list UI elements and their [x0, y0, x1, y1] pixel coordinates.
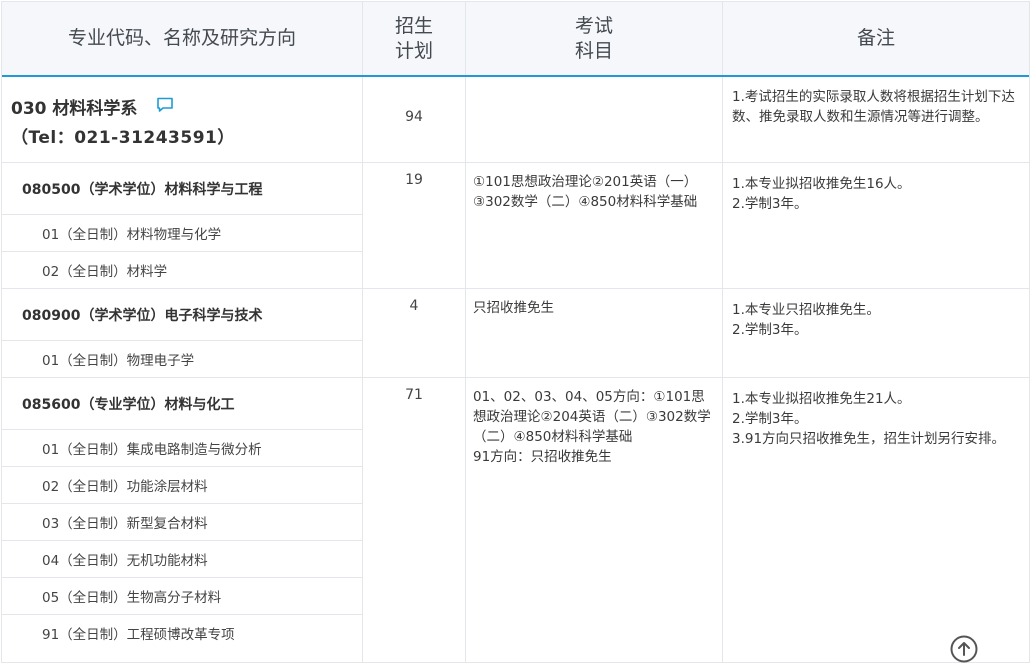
arrow-up-circle-icon[interactable]: [949, 634, 979, 664]
note-line: 2.学制3年。: [732, 322, 808, 338]
header-plan-label: 招生 计划: [394, 14, 433, 62]
header-notes-label: 备注: [856, 27, 895, 49]
major-exam: 只招收推免生: [473, 300, 554, 316]
direction-item: 02（全日制）材料学: [42, 264, 168, 280]
subrow-divider: [2, 503, 362, 504]
department-note: 1.考试招生的实际录取人数将根据招生计划下达数、推免录取人数和生源情况等进行调整…: [732, 89, 1015, 125]
header-major-label: 专业代码、名称及研究方向: [67, 27, 296, 49]
direction-item: 01（全日制）材料物理与化学: [42, 227, 222, 243]
major-plan: 19: [405, 172, 423, 188]
department-tel: （Tel：021-31243591）: [11, 128, 235, 148]
subrow-divider: [2, 614, 362, 615]
major-note: 1.本专业只招收推免生。 2.学制3年。: [732, 300, 1022, 340]
col-divider: [362, 77, 363, 662]
row-divider: [2, 377, 1029, 378]
direction-item: 01（全日制）集成电路制造与微分析: [42, 442, 262, 458]
note-line: 1.本专业拟招收推免生21人。: [732, 391, 911, 407]
subrow-divider: [2, 251, 362, 252]
table-header: 专业代码、名称及研究方向 招生 计划 考试 科目 备注: [2, 2, 1029, 77]
subrow-divider: [2, 540, 362, 541]
major-plan: 71: [405, 387, 423, 403]
direction-item: 05（全日制）生物高分子材料: [42, 590, 222, 606]
col-divider: [722, 77, 723, 662]
header-exam: 考试 科目: [466, 2, 723, 75]
subrow-divider: [2, 466, 362, 467]
department-plan: 94: [405, 109, 423, 125]
direction-item: 01（全日制）物理电子学: [42, 353, 195, 369]
note-line: 2.学制3年。: [732, 411, 808, 427]
direction-item: 91（全日制）工程硕博改革专项: [42, 627, 235, 643]
major-note: 1.本专业拟招收推免生21人。 2.学制3年。 3.91方向只招收推免生，招生计…: [732, 389, 1022, 449]
header-exam-label: 考试 科目: [574, 14, 613, 62]
subrow-divider: [2, 429, 362, 430]
department-name: 030 材料科学系: [11, 99, 138, 119]
subrow-divider: [2, 340, 362, 341]
header-notes: 备注: [723, 2, 1029, 75]
note-line: 1.本专业拟招收推免生16人。: [732, 176, 911, 192]
col-divider: [465, 77, 466, 662]
major-title: 085600（专业学位）材料与化工: [22, 397, 235, 413]
major-title: 080900（学术学位）电子科学与技术: [22, 308, 263, 324]
exam-line: 91方向：只招收推免生: [473, 449, 612, 465]
major-exam: ①101思想政治理论②201英语（一）③302数学（二）④850材料科学基础: [473, 174, 698, 210]
major-exam: 01、02、03、04、05方向：①101思想政治理论②204英语（二）③302…: [473, 387, 715, 467]
header-plan: 招生 计划: [363, 2, 466, 75]
row-divider: [2, 288, 1029, 289]
comment-icon[interactable]: [156, 97, 174, 113]
note-line: 1.本专业只招收推免生。: [732, 302, 880, 318]
major-note: 1.本专业拟招收推免生16人。 2.学制3年。: [732, 174, 1022, 214]
header-major: 专业代码、名称及研究方向: [2, 2, 363, 75]
note-line: 3.91方向只招收推免生，招生计划另行安排。: [732, 431, 1006, 447]
major-title: 080500（学术学位）材料科学与工程: [22, 182, 263, 198]
direction-item: 02（全日制）功能涂层材料: [42, 479, 208, 495]
direction-item: 03（全日制）新型复合材料: [42, 516, 208, 532]
major-plan: 4: [409, 298, 419, 314]
enrollment-table: 专业代码、名称及研究方向 招生 计划 考试 科目 备注 030 材料科学系 （T…: [1, 1, 1030, 663]
note-line: 2.学制3年。: [732, 196, 808, 212]
subrow-divider: [2, 214, 362, 215]
exam-line: 01、02、03、04、05方向：①101思想政治理论②204英语（二）③302…: [473, 389, 711, 445]
row-divider: [2, 162, 1029, 163]
subrow-divider: [2, 577, 362, 578]
direction-item: 04（全日制）无机功能材料: [42, 553, 208, 569]
